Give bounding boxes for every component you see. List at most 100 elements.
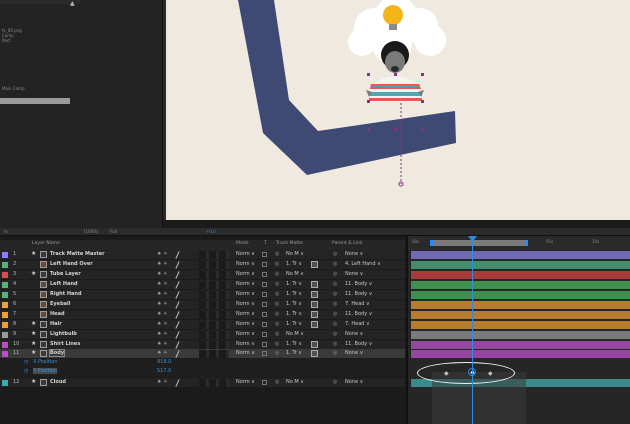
matte-icon[interactable] — [311, 350, 318, 357]
blend-mode-dropdown[interactable]: Norm ∨ — [236, 301, 255, 307]
layer-row[interactable]: 7 Head ♠ ☀ Norm ∨ ◎ 1. Tr ∨ ◎ 11. Body ∨ — [0, 310, 405, 320]
col-t[interactable]: T — [264, 241, 267, 246]
label-color-swatch[interactable] — [2, 342, 8, 348]
pickwhip-icon[interactable]: ◎ — [275, 350, 279, 356]
shy-switch-icon[interactable]: ♠ ☀ — [157, 350, 168, 356]
quality-switch-icon[interactable] — [175, 331, 180, 339]
parent-pickwhip-icon[interactable]: ◎ — [333, 281, 337, 287]
quality-switch-icon[interactable] — [175, 281, 180, 289]
stopwatch-icon[interactable]: ◷ — [24, 368, 28, 374]
property-name[interactable]: Y Position — [33, 368, 58, 374]
layer-name[interactable]: Tube Layer — [50, 271, 81, 277]
work-area-bar[interactable] — [430, 240, 528, 246]
layer-row[interactable]: 4 Left Hand ♠ ☀ Norm ∨ ◎ 1. Tr ∨ ◎ 11. Body ∨ — [0, 280, 405, 290]
pickwhip-icon[interactable]: ◎ — [275, 261, 279, 267]
track-matte-dropdown[interactable]: 1. Tr ∨ — [286, 281, 302, 287]
preserve-transparency-checkbox[interactable] — [262, 342, 267, 347]
track-matte-dropdown[interactable]: No M ∨ — [286, 271, 304, 277]
layer-duration-bar[interactable] — [411, 311, 630, 319]
parent-dropdown[interactable]: None ∨ — [345, 251, 363, 257]
pickwhip-icon[interactable]: ◎ — [275, 251, 279, 257]
parent-dropdown[interactable]: None ∨ — [345, 350, 363, 356]
track-matte-dropdown[interactable]: No M ∨ — [286, 379, 304, 385]
matte-icon[interactable] — [311, 321, 318, 328]
property-row[interactable]: ◷ X Position 918.0 — [0, 359, 405, 368]
property-row[interactable]: ◷ Y Position 517.0 — [0, 368, 405, 377]
layer-row[interactable]: 11 ★ Body ♠ ☀ Norm ∨ ◎ 1. Tr ∨ ◎ None ∨ — [0, 349, 405, 359]
quality-switch-icon[interactable] — [175, 291, 180, 299]
layer-name[interactable]: Track Matte Master — [50, 251, 105, 257]
layer-name[interactable]: Head — [50, 311, 65, 317]
layer-row[interactable]: 12 ★ Cloud ♠ ☀ Norm ∨ ◎ No M ∨ ◎ None ∨ — [0, 378, 405, 388]
pickwhip-icon[interactable]: ◎ — [275, 321, 279, 327]
layer-switches[interactable] — [199, 341, 229, 349]
layer-name[interactable]: Right Hand — [50, 291, 82, 297]
layer-row[interactable]: 5 Right Hand ♠ ☀ Norm ∨ ◎ 1. Tr ∨ ◎ 11. Body ∨ — [0, 290, 405, 300]
stopwatch-icon[interactable]: ◷ — [24, 359, 28, 365]
blend-mode-dropdown[interactable]: Norm ∨ — [236, 261, 255, 267]
parent-dropdown[interactable]: 11. Body ∨ — [345, 311, 372, 317]
preserve-transparency-checkbox[interactable] — [262, 302, 267, 307]
layer-row[interactable]: 9 ★ Lightbulb ♠ ☀ Norm ∨ ◎ No M ∨ ◎ None ∨ — [0, 330, 405, 340]
layer-switches[interactable] — [199, 251, 229, 259]
label-color-swatch[interactable] — [2, 282, 8, 288]
parent-pickwhip-icon[interactable]: ◎ — [333, 341, 337, 347]
preserve-transparency-checkbox[interactable] — [262, 262, 267, 267]
time-ruler[interactable]: 00s 05s 10s — [408, 236, 630, 250]
layer-switches[interactable] — [199, 331, 229, 339]
layer-switches[interactable] — [199, 311, 229, 319]
quality-switch-icon[interactable] — [175, 271, 180, 279]
project-selected-bar[interactable] — [0, 98, 70, 104]
pickwhip-icon[interactable]: ◎ — [275, 379, 279, 385]
parent-dropdown[interactable]: None ∨ — [345, 379, 363, 385]
track-matte-dropdown[interactable]: 1. Tr ∨ — [286, 311, 302, 317]
layer-switches[interactable] — [199, 291, 229, 299]
layer-switches[interactable] — [199, 321, 229, 329]
col-layer-name[interactable]: Layer Name — [32, 241, 60, 246]
layer-duration-bar[interactable] — [411, 350, 630, 358]
matte-icon[interactable] — [311, 291, 318, 298]
property-name[interactable]: X Position — [33, 359, 57, 365]
blend-mode-dropdown[interactable]: Norm ∨ — [236, 350, 255, 356]
pickwhip-icon[interactable]: ◎ — [275, 331, 279, 337]
quality-switch-icon[interactable] — [175, 251, 180, 259]
keyframe-icon[interactable]: ◆ — [488, 370, 493, 377]
resolution-dropdown[interactable]: Full — [110, 228, 117, 236]
shy-switch-icon[interactable]: ♠ ☀ — [157, 311, 168, 317]
layer-row[interactable]: 8 ★ Hair ♠ ☀ Norm ∨ ◎ 1. Tr ∨ ◎ 7. Head ∨ — [0, 320, 405, 330]
blend-mode-dropdown[interactable]: Norm ∨ — [236, 281, 255, 287]
shy-switch-icon[interactable]: ♠ ☀ — [157, 379, 168, 385]
exposure-value[interactable]: +0.0 — [206, 228, 216, 236]
label-color-swatch[interactable] — [2, 380, 8, 386]
label-color-swatch[interactable] — [2, 292, 8, 298]
track-matte-dropdown[interactable]: No M ∨ — [286, 331, 304, 337]
layer-duration-bar[interactable] — [411, 331, 630, 339]
layer-duration-bar[interactable] — [411, 281, 630, 289]
matte-icon[interactable] — [311, 301, 318, 308]
shy-switch-icon[interactable]: ♠ ☀ — [157, 331, 168, 337]
layer-switches[interactable] — [199, 379, 229, 387]
pickwhip-icon[interactable]: ◎ — [275, 341, 279, 347]
track-matte-dropdown[interactable]: 1. Tr ∨ — [286, 291, 302, 297]
quality-switch-icon[interactable] — [175, 341, 180, 349]
shy-switch-icon[interactable]: ♠ ☀ — [157, 341, 168, 347]
blend-mode-dropdown[interactable]: Norm ∨ — [236, 271, 255, 277]
keyframe-icon[interactable]: ◆ — [444, 370, 449, 377]
matte-icon[interactable] — [311, 281, 318, 288]
shy-switch-icon[interactable]: ♠ ☀ — [157, 321, 168, 327]
track-matte-dropdown[interactable]: 1. Tr ∨ — [286, 321, 302, 327]
label-color-swatch[interactable] — [2, 351, 8, 357]
layer-name[interactable]: Left Hand — [50, 281, 78, 287]
project-item[interactable]: Rect — [2, 38, 11, 43]
quality-switch-icon[interactable] — [175, 261, 180, 269]
shy-switch-icon[interactable]: ♠ ☀ — [157, 261, 168, 267]
parent-pickwhip-icon[interactable]: ◎ — [333, 350, 337, 356]
preserve-transparency-checkbox[interactable] — [262, 282, 267, 287]
preserve-transparency-checkbox[interactable] — [262, 272, 267, 277]
blend-mode-dropdown[interactable]: Norm ∨ — [236, 291, 255, 297]
label-color-swatch[interactable] — [2, 322, 8, 328]
parent-dropdown[interactable]: None ∨ — [345, 331, 363, 337]
parent-pickwhip-icon[interactable]: ◎ — [333, 261, 337, 267]
quality-switch-icon[interactable] — [175, 311, 180, 319]
layer-duration-bar[interactable] — [411, 341, 630, 349]
